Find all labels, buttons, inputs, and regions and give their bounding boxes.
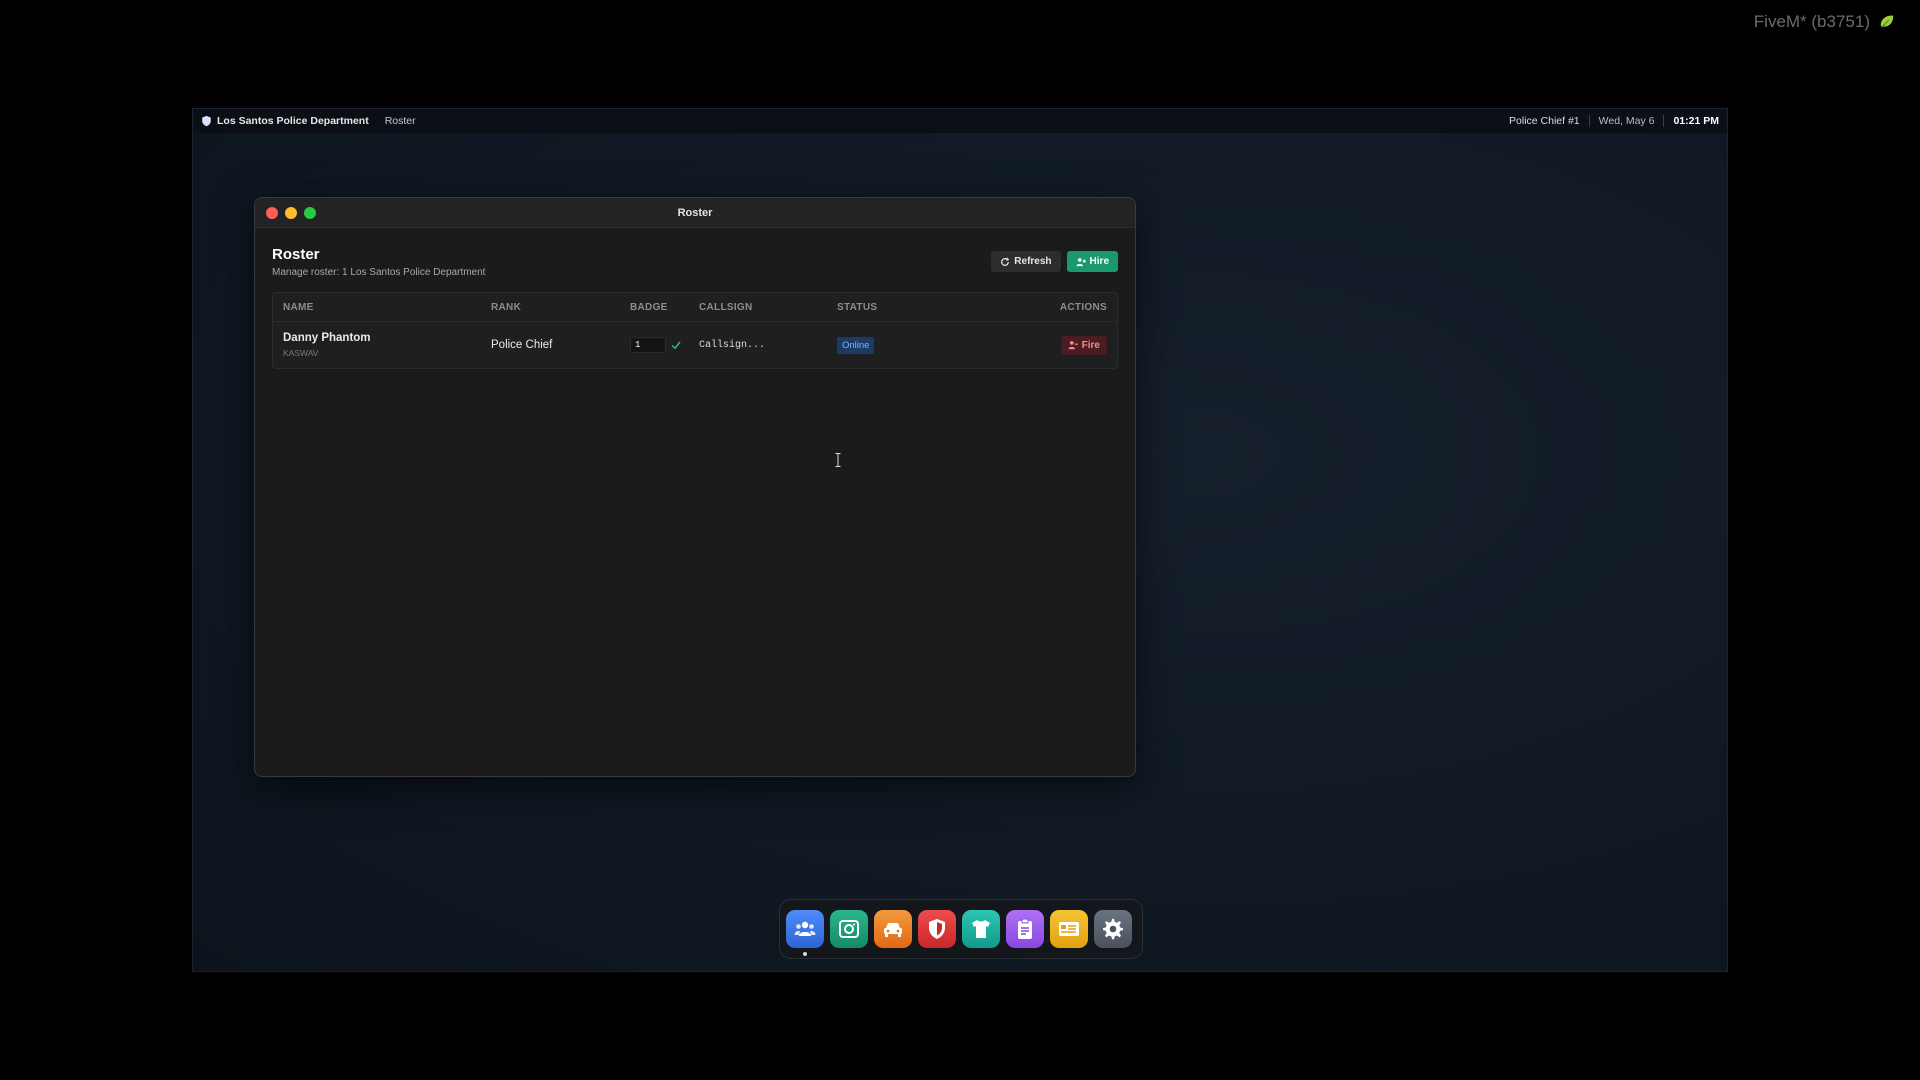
check-icon[interactable] — [671, 340, 681, 350]
member-id: KASWAV — [283, 348, 319, 358]
column-callsign: CALLSIGN — [699, 301, 753, 313]
dock-settings[interactable] — [1094, 910, 1132, 948]
text-cursor-icon — [835, 453, 841, 467]
car-icon — [884, 923, 902, 937]
time-label: 01:21 PM — [1673, 115, 1719, 127]
active-indicator — [803, 952, 807, 956]
shirt-icon — [972, 920, 990, 938]
gear-icon — [1103, 918, 1123, 940]
window-titlebar[interactable]: Roster — [255, 198, 1135, 228]
page-subtitle: Manage roster: 1 Los Santos Police Depar… — [272, 267, 486, 278]
table-row: Danny Phantom KASWAV Police Chief Callsi… — [273, 322, 1117, 368]
fire-label: Fire — [1081, 339, 1100, 351]
clipboard-icon — [1018, 918, 1032, 939]
status-badge: Online — [837, 336, 875, 354]
refresh-button[interactable]: Refresh — [991, 251, 1061, 272]
user-label: Police Chief #1 — [1509, 115, 1580, 127]
divider — [1663, 115, 1665, 127]
status-cell: Online — [837, 336, 997, 354]
fivem-overlay: FiveM* (b3751) — [1754, 12, 1896, 32]
table-header: NAME RANK BADGE CALLSIGN STATUS ACTIONS — [273, 293, 1117, 322]
dock-vehicles[interactable] — [874, 910, 912, 948]
member-rank[interactable]: Police Chief — [491, 339, 630, 351]
roster-table: NAME RANK BADGE CALLSIGN STATUS ACTIONS … — [272, 292, 1118, 369]
minimize-button[interactable] — [285, 206, 297, 219]
fivem-label: FiveM* (b3751) — [1753, 12, 1870, 31]
shield-icon — [929, 919, 945, 939]
window-content: Roster Manage roster: 1 Los Santos Polic… — [255, 228, 1135, 387]
close-button[interactable] — [266, 206, 278, 219]
column-actions: ACTIONS — [1059, 301, 1107, 313]
hire-label: Hire — [1089, 256, 1109, 267]
leaf-icon — [1880, 15, 1894, 28]
refresh-label: Refresh — [1014, 256, 1052, 267]
desktop: Los Santos Police Department Roster Poli… — [192, 108, 1728, 972]
id-card-icon — [1059, 922, 1079, 936]
users-icon — [794, 921, 816, 936]
department-name: Los Santos Police Department — [217, 115, 369, 127]
dock-id[interactable] — [1050, 910, 1088, 948]
dock-notes[interactable] — [1006, 910, 1044, 948]
column-status: STATUS — [837, 301, 878, 313]
header-actions: Refresh Hire — [991, 251, 1118, 272]
window-title: Roster — [677, 206, 713, 219]
page-title: Roster — [272, 246, 320, 263]
actions-cell: Fire — [1060, 335, 1107, 355]
member-name: Danny Phantom — [283, 332, 371, 344]
hire-button[interactable]: Hire — [1066, 251, 1118, 272]
badge-cell — [630, 337, 699, 353]
menubar-status: Police Chief #1 Wed, May 6 01:21 PM — [1509, 115, 1719, 127]
dock-police[interactable] — [918, 910, 956, 948]
column-name: NAME — [283, 301, 314, 313]
fire-button[interactable]: Fire — [1060, 335, 1107, 355]
column-rank: RANK — [491, 301, 522, 313]
maximize-button[interactable] — [304, 206, 316, 219]
traffic-lights — [266, 206, 316, 219]
badge-input[interactable] — [630, 337, 666, 353]
menu-roster[interactable]: Roster — [385, 115, 416, 127]
page-header: Roster Manage roster: 1 Los Santos Polic… — [272, 246, 1118, 278]
menubar: Los Santos Police Department Roster Poli… — [193, 109, 1727, 133]
divider — [1588, 115, 1590, 127]
user-minus-icon — [1068, 341, 1078, 350]
shield-icon — [202, 115, 211, 127]
roster-window: Roster Roster Manage roster: 1 Los Santo… — [254, 197, 1136, 777]
user-plus-icon — [1075, 257, 1086, 266]
dock — [779, 899, 1143, 959]
column-badge: BADGE — [630, 301, 668, 313]
dock-camera[interactable] — [830, 910, 868, 948]
dock-roster[interactable] — [786, 910, 824, 956]
dock-clothing[interactable] — [962, 910, 1000, 948]
screen: FiveM* (b3751) Los Santos Police Departm… — [0, 0, 1920, 1080]
refresh-icon — [1001, 256, 1010, 266]
callsign-input[interactable]: Callsign... — [699, 340, 837, 351]
camera-icon — [839, 920, 859, 938]
member-cell: Danny Phantom KASWAV — [283, 332, 491, 358]
date-label: Wed, May 6 — [1598, 115, 1655, 127]
